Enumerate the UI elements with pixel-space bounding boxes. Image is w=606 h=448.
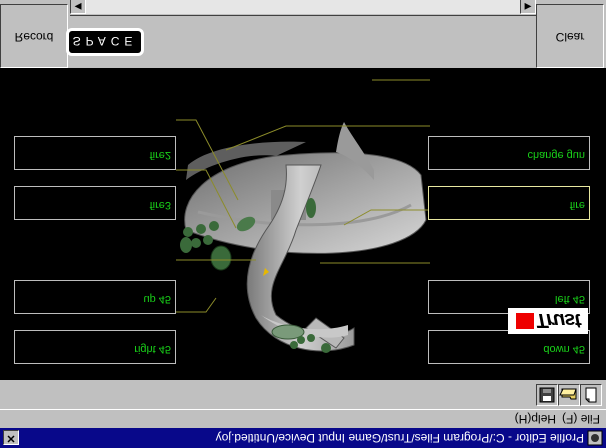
menu-file[interactable]: File (F) [562, 412, 600, 426]
save-disk-icon[interactable] [536, 384, 558, 406]
scroll-arrow-icon[interactable]: ◀ [520, 0, 536, 14]
label-text: fire2 [149, 149, 171, 161]
label-up-45[interactable]: up 45 [14, 280, 176, 314]
horizontal-scrollbar[interactable]: ◀ ▶ [70, 0, 536, 16]
label-text: up 45 [143, 293, 171, 305]
label-right-45[interactable]: right 45 [14, 330, 176, 364]
label-text: down 45 [543, 343, 585, 355]
control-panel: Clear Record SPACE ◀ ▶ [0, 0, 606, 68]
close-button[interactable]: ✕ [3, 430, 19, 445]
app-icon [587, 430, 603, 446]
logo-text: Trust [535, 309, 580, 331]
label-text: fire3 [149, 199, 171, 211]
toolbar [0, 379, 606, 410]
record-button[interactable]: Record [0, 4, 68, 68]
scroll-track[interactable] [86, 0, 520, 14]
record-label: Record [14, 30, 54, 44]
label-fire2[interactable]: fire2 [14, 136, 176, 170]
label-down-45[interactable]: down 45 [428, 330, 590, 364]
scroll-arrow-icon[interactable]: ▶ [70, 0, 86, 14]
label-fire[interactable]: fire [428, 186, 590, 220]
trust-logo: Trust [508, 308, 588, 334]
clear-label: Clear [555, 30, 585, 44]
menu-help[interactable]: Help(H) [515, 412, 556, 426]
logo-mark-icon [516, 313, 534, 329]
clear-button[interactable]: Clear [536, 4, 604, 68]
label-text: fire [569, 199, 585, 211]
label-fire3[interactable]: fire3 [14, 186, 176, 220]
open-folder-icon[interactable] [558, 384, 580, 406]
key-display: SPACE [66, 28, 144, 56]
joystick-canvas: right 45 up 45 fire3 fire2 down 45 left … [0, 68, 606, 380]
label-text: right 45 [134, 343, 171, 355]
title-bar: Profile Editor - C:/Program Files/Trust/… [0, 428, 606, 448]
label-change-gun[interactable]: change gun [428, 136, 590, 170]
new-file-icon[interactable] [580, 384, 602, 406]
key-display-text: SPACE [72, 34, 138, 48]
menu-bar: File (F) Help(H) [0, 410, 606, 428]
label-text: left 45 [555, 293, 585, 305]
window-title: Profile Editor - C:/Program Files/Trust/… [215, 431, 584, 445]
label-text: change gun [527, 149, 586, 161]
